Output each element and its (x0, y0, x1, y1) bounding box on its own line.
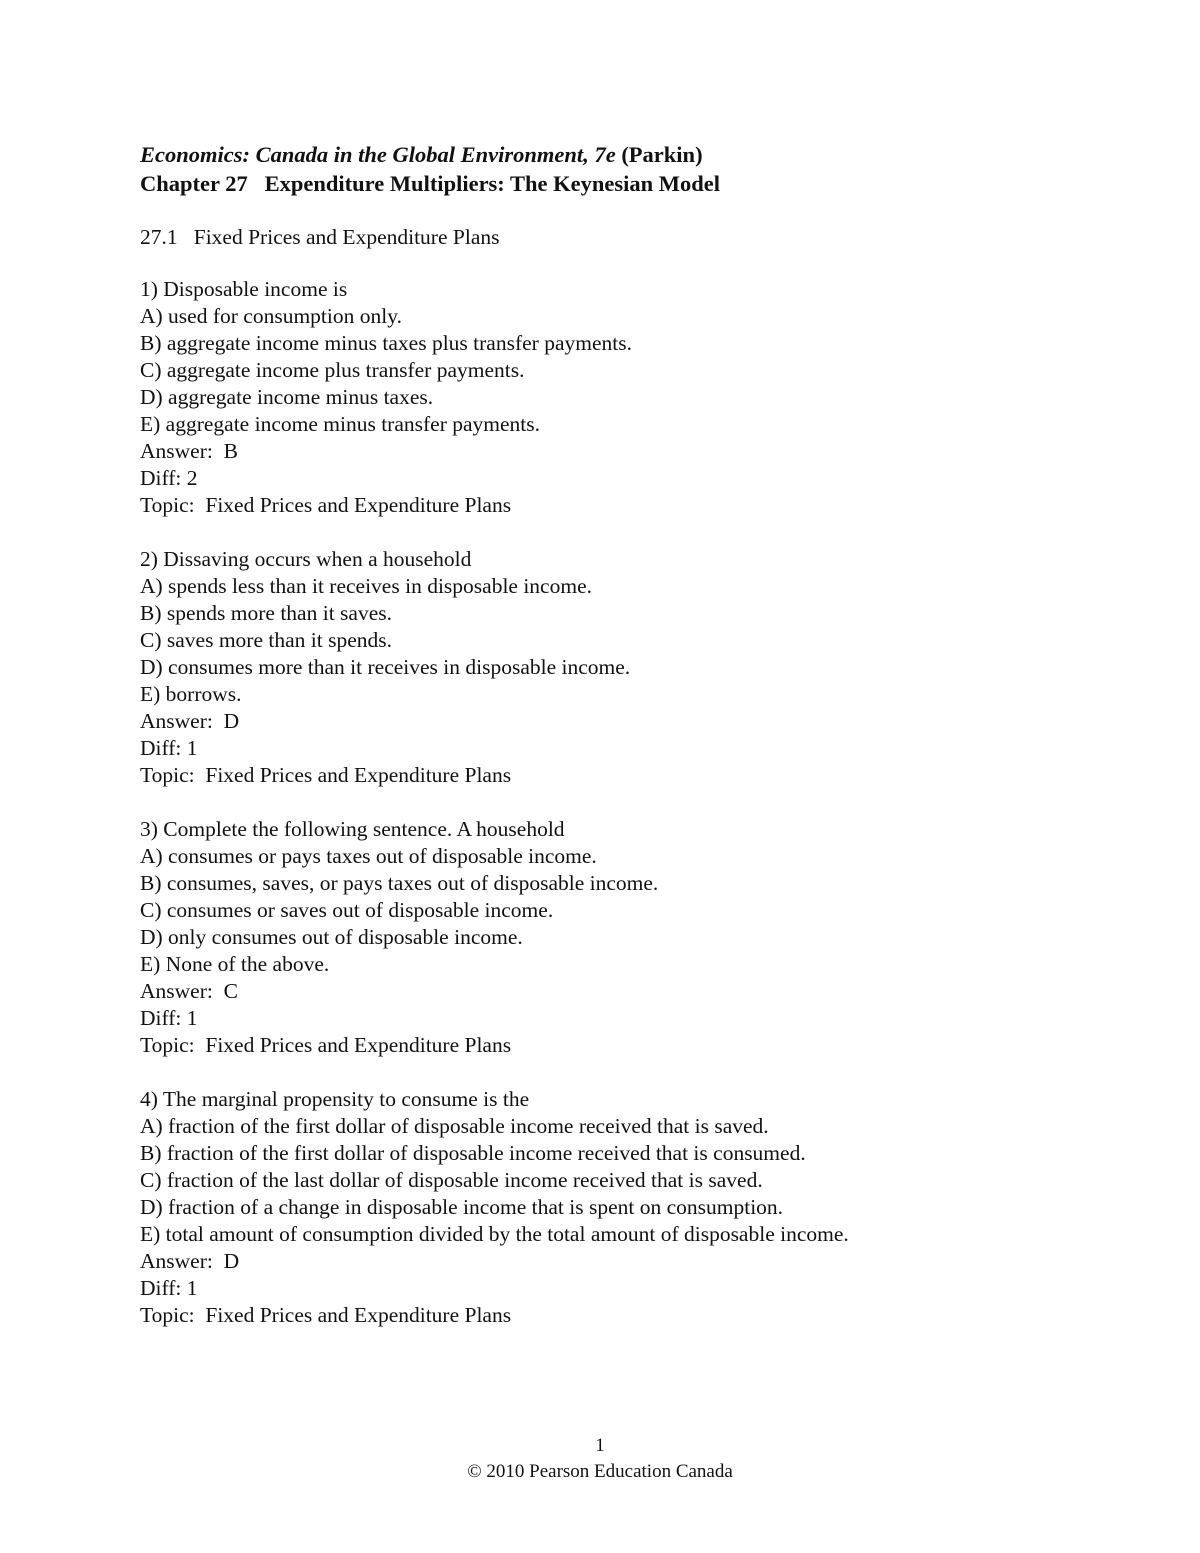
question-4: 4) The marginal propensity to consume is… (140, 1086, 1060, 1329)
chapter-title: Chapter 27 Expenditure Multipliers: The … (140, 171, 721, 196)
option-e: E) total amount of consumption divided b… (140, 1222, 849, 1246)
option-c: C) aggregate income plus transfer paymen… (140, 358, 525, 382)
option-d: D) aggregate income minus taxes. (140, 385, 434, 409)
option-e: E) aggregate income minus transfer payme… (140, 412, 540, 436)
option-d: D) fraction of a change in disposable in… (140, 1195, 784, 1219)
option-a: A) used for consumption only. (140, 304, 402, 328)
option-b: B) aggregate income minus taxes plus tra… (140, 331, 632, 355)
topic: Topic: Fixed Prices and Expenditure Plan… (140, 493, 512, 517)
topic: Topic: Fixed Prices and Expenditure Plan… (140, 1033, 512, 1057)
book-author: (Parkin) (615, 142, 703, 167)
page-number: 1 (595, 1435, 605, 1456)
book-title-line: Economics: Canada in the Global Environm… (140, 140, 1060, 169)
option-e: E) borrows. (140, 682, 242, 706)
option-c: C) consumes or saves out of disposable i… (140, 898, 554, 922)
difficulty: Diff: 1 (140, 1006, 198, 1030)
question-stem: 1) Disposable income is (140, 277, 348, 301)
section-heading: 27.1 Fixed Prices and Expenditure Plans (140, 225, 500, 249)
difficulty: Diff: 2 (140, 466, 198, 490)
option-e: E) None of the above. (140, 952, 330, 976)
option-d: D) only consumes out of disposable incom… (140, 925, 523, 949)
option-c: C) saves more than it spends. (140, 628, 392, 652)
option-b: B) consumes, saves, or pays taxes out of… (140, 871, 659, 895)
difficulty: Diff: 1 (140, 736, 198, 760)
question-2: 2) Dissaving occurs when a household A) … (140, 546, 1060, 789)
topic: Topic: Fixed Prices and Expenditure Plan… (140, 763, 512, 787)
question-stem: 3) Complete the following sentence. A ho… (140, 817, 565, 841)
option-d: D) consumes more than it receives in dis… (140, 655, 631, 679)
answer: Answer: B (140, 439, 238, 463)
option-b: B) fraction of the first dollar of dispo… (140, 1141, 806, 1165)
book-title: Economics: Canada in the Global Environm… (140, 142, 616, 167)
copyright-notice: © 2010 Pearson Education Canada (467, 1461, 733, 1482)
option-c: C) fraction of the last dollar of dispos… (140, 1168, 763, 1192)
document-page: Economics: Canada in the Global Environm… (140, 140, 1060, 1329)
answer: Answer: C (140, 979, 238, 1003)
answer: Answer: D (140, 1249, 240, 1273)
topic: Topic: Fixed Prices and Expenditure Plan… (140, 1303, 512, 1327)
option-a: A) spends less than it receives in dispo… (140, 574, 592, 598)
option-b: B) spends more than it saves. (140, 601, 392, 625)
difficulty: Diff: 1 (140, 1276, 198, 1300)
option-a: A) fraction of the first dollar of dispo… (140, 1114, 769, 1138)
question-stem: 4) The marginal propensity to consume is… (140, 1087, 530, 1111)
option-a: A) consumes or pays taxes out of disposa… (140, 844, 597, 868)
question-3: 3) Complete the following sentence. A ho… (140, 816, 1060, 1059)
answer: Answer: D (140, 709, 240, 733)
question-stem: 2) Dissaving occurs when a household (140, 547, 472, 571)
question-1: 1) Disposable income is A) used for cons… (140, 276, 1060, 519)
